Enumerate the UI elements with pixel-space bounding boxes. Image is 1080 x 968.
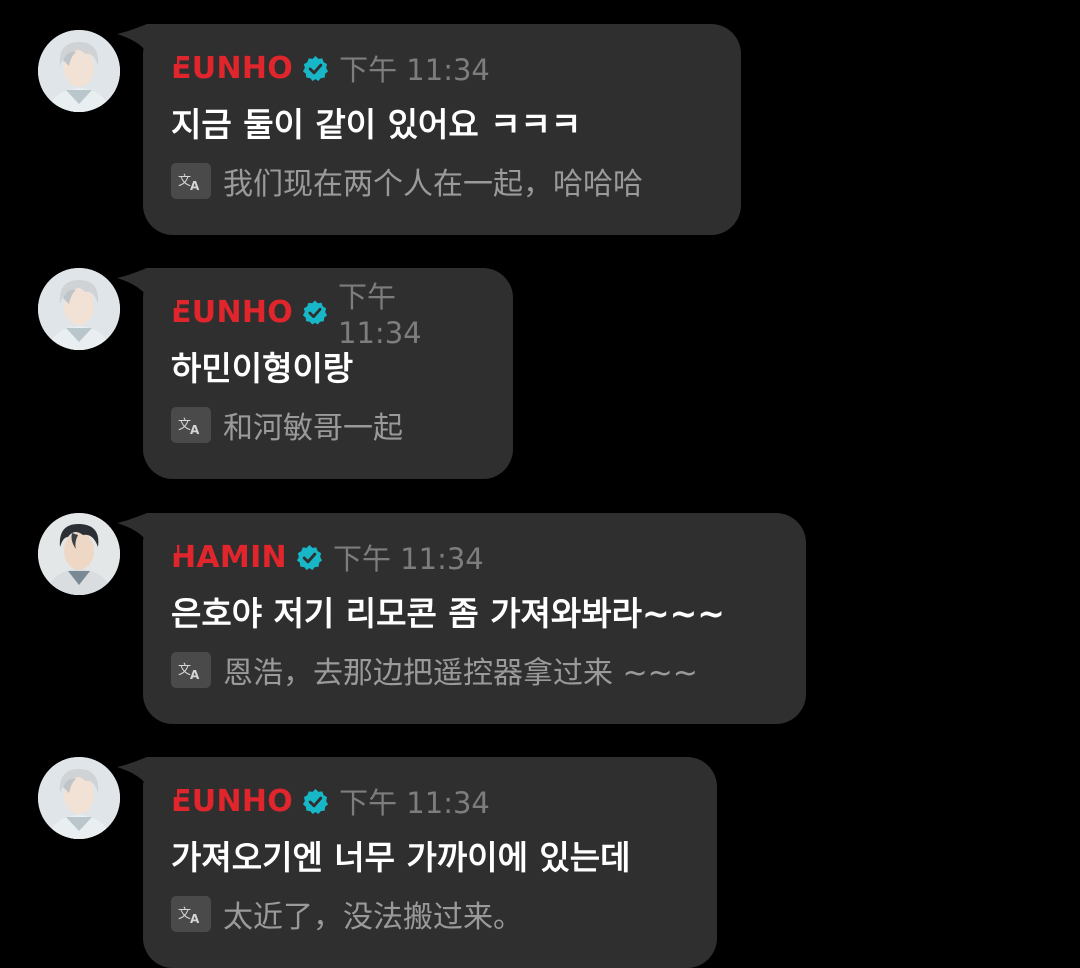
translation-text: 恩浩，去那边把遥控器拿过来 ~~~ xyxy=(223,656,698,691)
message-text: 지금 둘이 같이 있어요 ㅋㅋㅋ xyxy=(171,105,582,144)
message-text: 하민이형이랑 xyxy=(171,349,354,388)
translation-row: 文 A 恩浩，去那边把遥控器拿过来 ~~~ xyxy=(171,648,776,692)
bubble-tail xyxy=(117,757,177,797)
translation-text: 我们现在两个人在一起，哈哈哈 xyxy=(223,167,643,202)
sender-name[interactable]: EUNHO xyxy=(171,51,293,86)
eunho-avatar[interactable] xyxy=(38,757,120,839)
bubble-tail xyxy=(117,24,177,64)
message-text: 가져오기엔 너무 가까이에 있는데 xyxy=(171,838,631,877)
translate-icon[interactable]: 文 A xyxy=(171,896,211,932)
message-timestamp: 下午 11:34 xyxy=(339,786,490,820)
svg-text:A: A xyxy=(190,912,200,925)
message-header: HAMIN 下午 11:34 xyxy=(171,535,776,579)
translate-icon[interactable]: 文 A xyxy=(171,407,211,443)
hamin-avatar[interactable] xyxy=(38,513,120,595)
sender-name[interactable]: EUNHO xyxy=(171,295,293,330)
sender-name[interactable]: HAMIN xyxy=(171,540,287,575)
translation-row: 文 A 我们现在两个人在一起，哈哈哈 xyxy=(171,159,711,203)
svg-text:A: A xyxy=(190,668,200,681)
message-header: EUNHO 下午 11:34 xyxy=(171,280,483,350)
bubble-tail xyxy=(117,513,177,553)
eunho-avatar[interactable] xyxy=(38,30,120,112)
translation-row: 文 A 太近了，没法搬过来。 xyxy=(171,892,687,936)
verified-badge-icon xyxy=(303,55,329,81)
svg-text:A: A xyxy=(190,179,200,192)
message-bubble[interactable]: EUNHO 下午 11:34 하민이형이랑 文 A 和河敏哥一起 xyxy=(117,268,513,479)
bubble-tail xyxy=(117,268,177,308)
message-bubble[interactable]: EUNHO 下午 11:34 가져오기엔 너무 가까이에 있는데 文 A 太近了… xyxy=(117,757,717,968)
translate-icon[interactable]: 文 A xyxy=(171,652,211,688)
translation-text: 和河敏哥一起 xyxy=(223,411,403,446)
message-bubble[interactable]: HAMIN 下午 11:34 은호야 저기 리모콘 좀 가져와봐라~~~ 文 A… xyxy=(117,513,806,724)
message-text: 은호야 저기 리모콘 좀 가져와봐라~~~ xyxy=(171,594,725,633)
verified-badge-icon xyxy=(303,788,329,814)
message-timestamp: 下午 11:34 xyxy=(338,280,422,350)
verified-badge-icon xyxy=(303,299,328,325)
message-timestamp: 下午 11:34 xyxy=(339,53,490,87)
translation-row: 文 A 和河敏哥一起 xyxy=(171,403,483,447)
verified-badge-icon xyxy=(296,544,322,570)
eunho-avatar[interactable] xyxy=(38,268,120,350)
sender-name[interactable]: EUNHO xyxy=(171,784,293,819)
svg-text:A: A xyxy=(190,423,200,436)
message-header: EUNHO 下午 11:34 xyxy=(171,779,687,823)
message-bubble[interactable]: EUNHO 下午 11:34 지금 둘이 같이 있어요 ㅋㅋㅋ 文 A 我们现在… xyxy=(117,24,741,235)
translate-icon[interactable]: 文 A xyxy=(171,163,211,199)
translation-text: 太近了，没法搬过来。 xyxy=(223,900,523,935)
message-timestamp: 下午 11:34 xyxy=(332,542,484,576)
message-header: EUNHO 下午 11:34 xyxy=(171,46,711,90)
